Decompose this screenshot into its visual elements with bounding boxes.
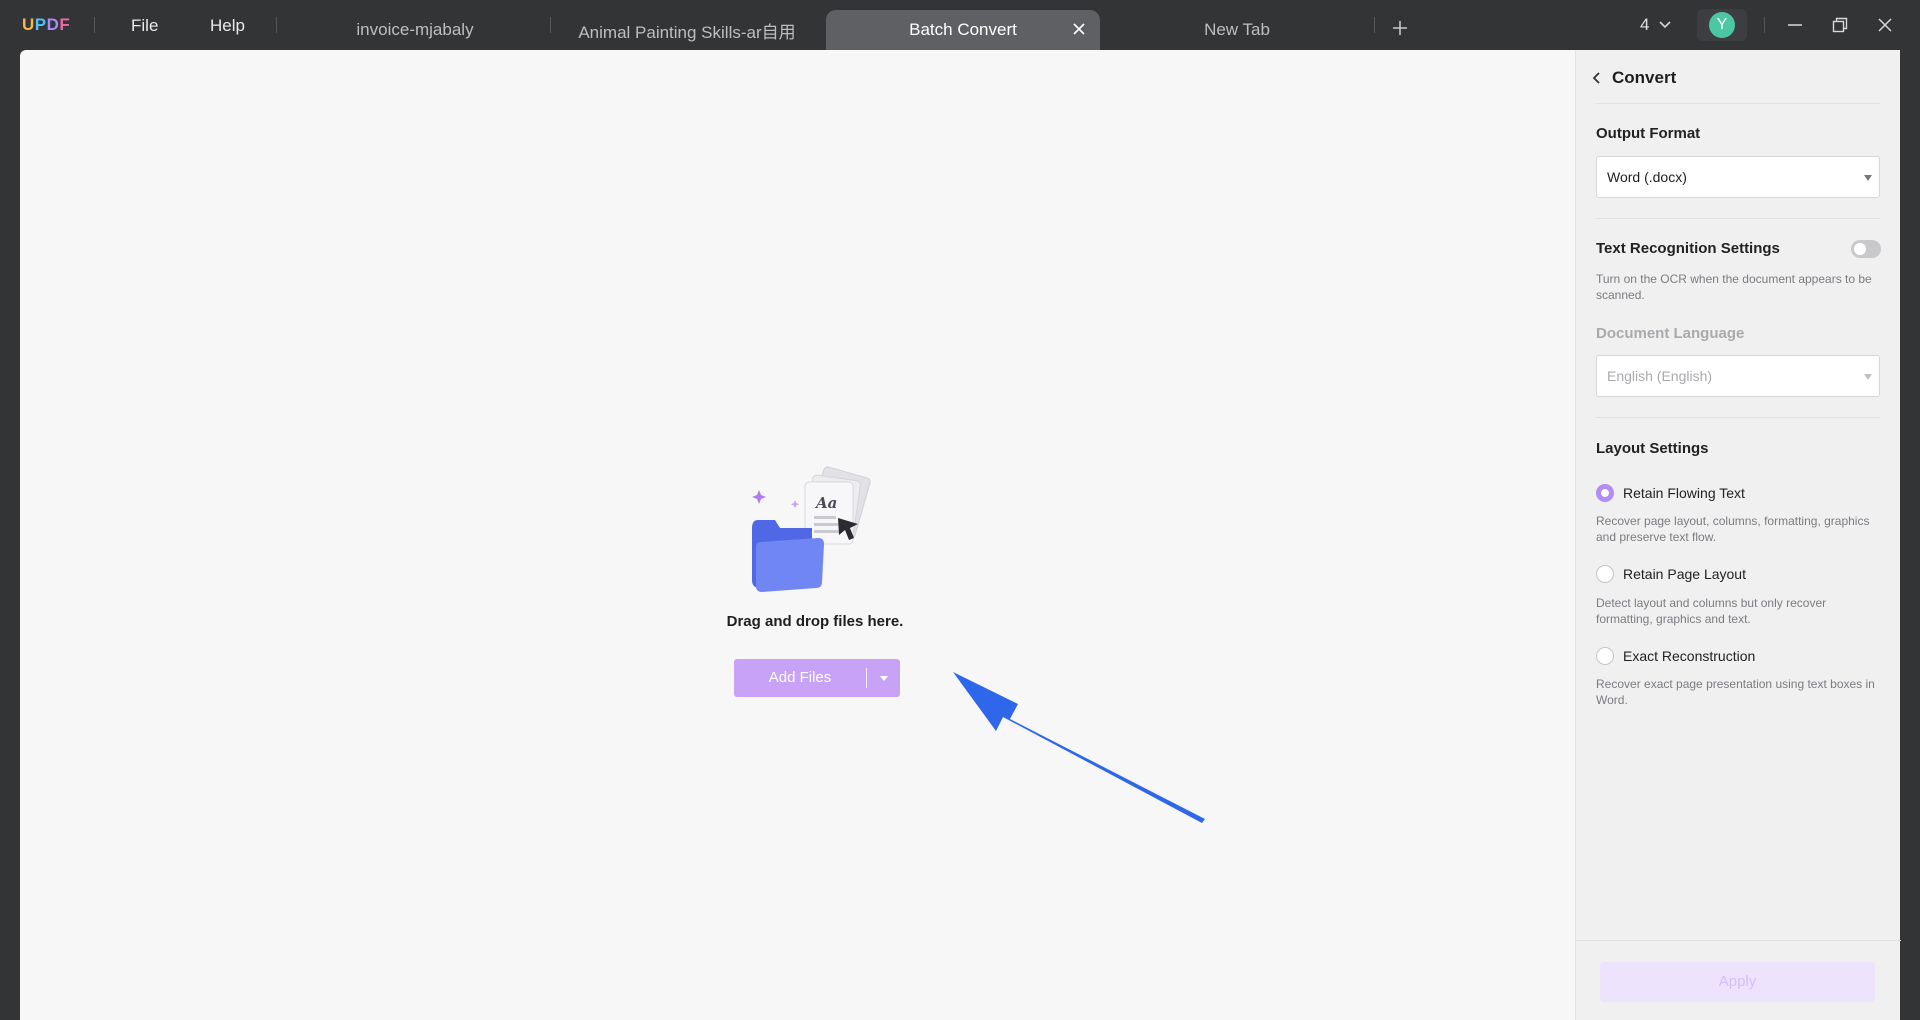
tab-label: invoice-mjabaly xyxy=(356,20,474,39)
close-tab-icon[interactable] xyxy=(1070,20,1088,38)
chevron-down-icon[interactable] xyxy=(1658,19,1672,31)
folder-documents-illustration: Aa xyxy=(752,466,871,592)
divider xyxy=(276,17,277,33)
tab-label: New Tab xyxy=(1204,20,1270,39)
tab-label: Animal Painting Skills-ar自用 xyxy=(578,22,796,42)
panel-header: Convert xyxy=(1576,50,1901,105)
document-language-select[interactable]: English (English) xyxy=(1596,355,1880,397)
retain-page-layout-hint: Detect layout and columns but only recov… xyxy=(1596,596,1827,626)
document-language-value: English (English) xyxy=(1607,368,1713,384)
toggle-knob xyxy=(1854,243,1866,255)
tab-label: Batch Convert xyxy=(909,20,1017,39)
restore-icon[interactable] xyxy=(1831,16,1849,34)
output-format-heading: Output Format xyxy=(1596,125,1701,142)
account-button[interactable]: Y xyxy=(1697,9,1747,41)
minimize-icon[interactable] xyxy=(1786,16,1804,34)
caret-down-icon xyxy=(1864,374,1872,380)
layout-settings-heading: Layout Settings xyxy=(1596,440,1709,457)
retain-flowing-text-label[interactable]: Retain Flowing Text xyxy=(1623,485,1745,501)
divider xyxy=(550,17,551,33)
menu-file[interactable]: File xyxy=(131,16,158,36)
logo-letter: D xyxy=(46,15,60,34)
radio-retain-flowing-text[interactable] xyxy=(1596,484,1614,502)
exact-reconstruction-label[interactable]: Exact Reconstruction xyxy=(1623,648,1755,664)
panel-title: Convert xyxy=(1612,68,1677,87)
logo-letter: P xyxy=(34,15,47,34)
document-language-heading: Document Language xyxy=(1596,325,1745,342)
ocr-toggle[interactable] xyxy=(1851,240,1881,258)
back-arrow-icon[interactable] xyxy=(1590,70,1604,86)
logo-letter: U xyxy=(22,15,35,34)
output-format-select[interactable]: Word (.docx) xyxy=(1596,156,1880,198)
avatar: Y xyxy=(1709,12,1735,38)
divider xyxy=(1374,17,1375,33)
new-tab-plus-icon[interactable] xyxy=(1390,18,1410,38)
updf-logo[interactable]: UPDF xyxy=(22,15,70,35)
retain-page-layout-label[interactable]: Retain Page Layout xyxy=(1623,566,1746,582)
add-files-button[interactable]: Add Files xyxy=(734,659,900,697)
add-files-label: Add Files xyxy=(768,669,832,686)
logo-letter: F xyxy=(59,15,71,34)
menu-help[interactable]: Help xyxy=(210,16,245,36)
convert-panel: Convert Output Format Word (.docx) Text … xyxy=(1575,50,1901,1020)
window-count[interactable]: 4 xyxy=(1640,15,1649,35)
button-divider xyxy=(866,668,867,688)
caret-down-icon[interactable] xyxy=(874,669,894,687)
divider xyxy=(1596,103,1880,104)
radio-exact-reconstruction[interactable] xyxy=(1596,647,1614,665)
tab-batch-convert[interactable]: Batch Convert xyxy=(826,10,1100,50)
drop-instructions: Drag and drop files here. xyxy=(726,613,904,630)
radio-retain-page-layout[interactable] xyxy=(1596,565,1614,583)
tab-animal-painting[interactable]: Animal Painting Skills-ar自用 xyxy=(552,10,822,50)
tab-invoice[interactable]: invoice-mjabaly xyxy=(280,10,550,50)
text-recognition-heading: Text Recognition Settings xyxy=(1596,240,1780,257)
annotation-arrow-icon xyxy=(953,672,1205,823)
exact-reconstruction-hint: Recover exact page presentation using te… xyxy=(1596,677,1875,707)
retain-flowing-text-hint: Recover page layout, columns, formatting… xyxy=(1596,514,1870,544)
close-window-icon[interactable] xyxy=(1876,16,1894,34)
apply-button[interactable]: Apply xyxy=(1600,962,1875,1002)
drop-zone[interactable]: Aa Drag and drop files here. Add Files xyxy=(20,50,1575,1020)
caret-down-icon xyxy=(1864,175,1872,181)
title-bar: UPDF File Help invoice-mjabaly Animal Pa… xyxy=(0,0,1920,50)
divider xyxy=(1596,417,1880,418)
divider xyxy=(94,17,95,33)
output-format-value: Word (.docx) xyxy=(1607,169,1687,185)
tab-new-tab[interactable]: New Tab xyxy=(1102,10,1372,50)
illustration-aa-text: Aa xyxy=(814,494,837,512)
divider xyxy=(1596,218,1880,219)
panel-footer: Apply xyxy=(1576,940,1901,1020)
ocr-hint: Turn on the OCR when the document appear… xyxy=(1596,272,1872,302)
divider xyxy=(1764,17,1765,33)
